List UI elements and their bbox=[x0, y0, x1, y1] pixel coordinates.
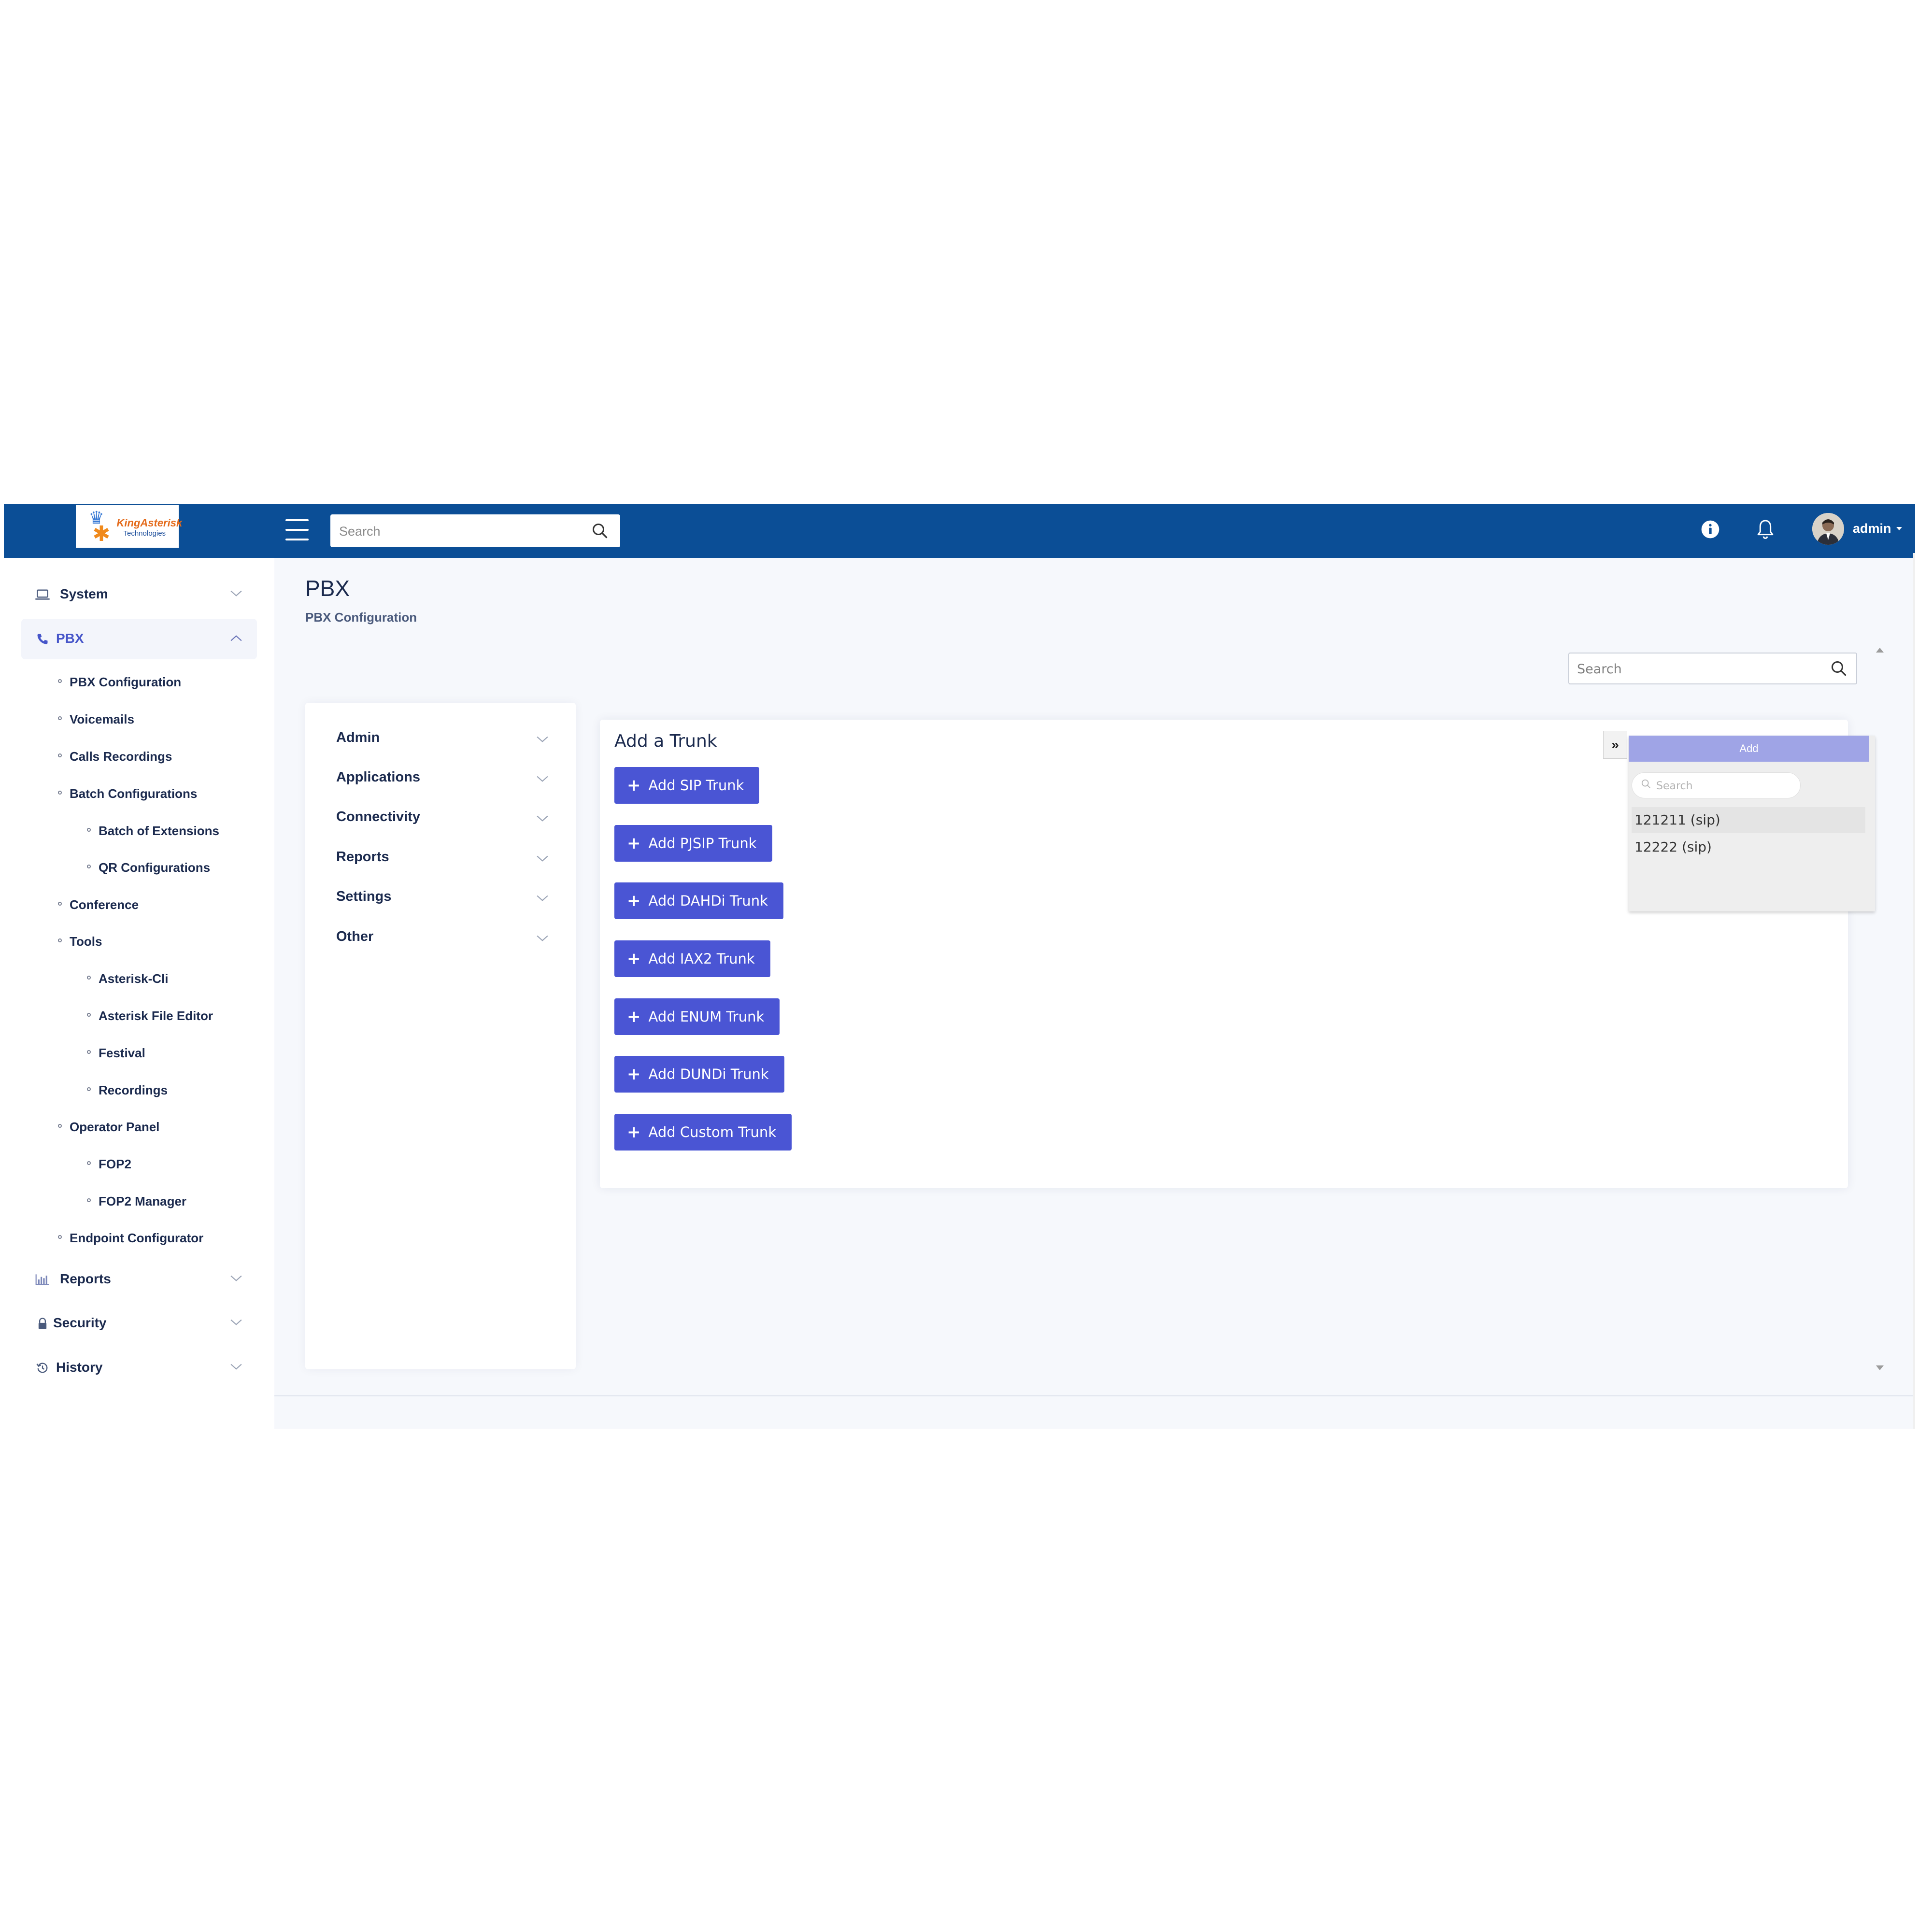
sidebar-item-label: History bbox=[56, 1360, 103, 1375]
footer-divider bbox=[274, 1395, 1915, 1396]
add-enum-trunk-button[interactable]: + Add ENUM Trunk bbox=[614, 998, 780, 1035]
card-title: Add a Trunk bbox=[614, 731, 717, 751]
chevron-down-icon bbox=[537, 776, 548, 782]
chevron-down-icon bbox=[537, 815, 548, 822]
logo-text: KingAsterisk bbox=[116, 516, 183, 529]
module-search bbox=[1568, 653, 1857, 684]
chevron-down-icon bbox=[537, 935, 548, 941]
user-dropdown-caret-icon[interactable] bbox=[1896, 527, 1902, 530]
module-category-panel: Admin Applications Connectivity Reports … bbox=[305, 703, 576, 1369]
plus-icon: + bbox=[627, 949, 641, 968]
add-iax2-trunk-button[interactable]: + Add IAX2 Trunk bbox=[614, 940, 770, 977]
main-content: PBX PBX Configuration Admin Applications bbox=[274, 553, 1915, 1429]
module-search-input[interactable] bbox=[1569, 653, 1829, 684]
category-settings[interactable]: Settings bbox=[336, 886, 549, 910]
plus-icon: + bbox=[627, 1007, 641, 1026]
logo[interactable]: ♛ ✱ KingAsterisk Technologies bbox=[76, 505, 183, 548]
sidebar-item-system[interactable]: System bbox=[21, 574, 257, 615]
user-name[interactable]: admin bbox=[1853, 521, 1891, 536]
avatar[interactable] bbox=[1812, 513, 1844, 545]
history-icon bbox=[36, 1363, 48, 1373]
app-window: ♛ ✱ KingAsterisk Technologies Search adm… bbox=[4, 504, 1915, 1429]
logo-subtext: Technologies bbox=[123, 529, 166, 538]
list-item[interactable]: 121211 (sip) bbox=[1632, 807, 1865, 833]
category-connectivity[interactable]: Connectivity bbox=[336, 806, 549, 830]
chevron-down-icon bbox=[537, 895, 548, 901]
sidebar-item-security[interactable]: Security bbox=[21, 1303, 257, 1344]
sidebar-item-reports[interactable]: Reports bbox=[21, 1259, 257, 1300]
bell-icon[interactable] bbox=[1753, 516, 1777, 542]
add-dahdi-trunk-button[interactable]: + Add DAHDi Trunk bbox=[614, 882, 783, 919]
category-admin[interactable]: Admin bbox=[336, 727, 549, 751]
sidebar-item-label: PBX bbox=[56, 631, 84, 646]
plus-icon: + bbox=[627, 776, 641, 795]
plus-icon: + bbox=[627, 891, 641, 910]
trunk-list-panel: Add 121211 (sip) 12222 (sip) bbox=[1629, 736, 1875, 911]
content-scrollbar[interactable] bbox=[1873, 648, 1887, 1370]
bar-chart-icon bbox=[35, 1274, 49, 1285]
info-icon[interactable] bbox=[1699, 518, 1721, 540]
trunk-list-search bbox=[1632, 772, 1801, 799]
page-subtitle: PBX Configuration bbox=[305, 610, 417, 625]
sidebar-item-label: Security bbox=[53, 1315, 107, 1330]
header-search bbox=[330, 514, 620, 548]
chevron-down-icon bbox=[537, 736, 548, 742]
sidebar: System PBX PBX Configuration Voicemails … bbox=[4, 558, 274, 1429]
add-custom-trunk-button[interactable]: + Add Custom Trunk bbox=[614, 1114, 792, 1151]
plus-icon: + bbox=[627, 1065, 641, 1084]
sidebar-item-label: System bbox=[60, 586, 108, 601]
plus-icon: + bbox=[627, 1122, 641, 1142]
double-chevron-right-icon[interactable]: » bbox=[1603, 731, 1627, 759]
phone-icon bbox=[37, 634, 48, 644]
search-icon bbox=[1641, 779, 1650, 788]
logo-mark: ♛ ✱ KingAsterisk Technologies bbox=[79, 507, 183, 546]
search-icon[interactable] bbox=[591, 522, 609, 540]
chevron-down-icon bbox=[537, 855, 548, 862]
chevron-down-icon bbox=[230, 1319, 242, 1325]
window-scrollbar[interactable] bbox=[1913, 553, 1915, 1429]
add-button[interactable]: Add bbox=[1629, 736, 1869, 762]
sidebar-item-history[interactable]: History bbox=[21, 1348, 257, 1388]
menu-toggle-icon[interactable] bbox=[285, 519, 309, 540]
category-reports[interactable]: Reports bbox=[336, 846, 549, 870]
category-other[interactable]: Other bbox=[336, 926, 549, 950]
add-sip-trunk-button[interactable]: + Add SIP Trunk bbox=[614, 767, 760, 804]
trunk-list-search-input[interactable] bbox=[1655, 773, 1797, 799]
chevron-down-icon bbox=[230, 590, 242, 597]
chevron-up-icon bbox=[230, 635, 242, 641]
add-pjsip-trunk-button[interactable]: + Add PJSIP Trunk bbox=[614, 825, 772, 862]
scroll-down-icon[interactable] bbox=[1876, 1365, 1884, 1370]
page-title: PBX bbox=[305, 576, 350, 601]
list-item[interactable]: 12222 (sip) bbox=[1632, 834, 1865, 860]
plus-icon: + bbox=[627, 834, 641, 853]
scroll-up-icon[interactable] bbox=[1876, 648, 1884, 653]
lock-icon bbox=[38, 1318, 47, 1329]
chevron-down-icon bbox=[230, 1275, 242, 1281]
laptop-icon bbox=[35, 589, 50, 600]
category-applications[interactable]: Applications bbox=[336, 767, 549, 791]
top-bar: ♛ ✱ KingAsterisk Technologies Search adm… bbox=[4, 504, 1915, 558]
sidebar-item-label: Reports bbox=[60, 1271, 111, 1286]
search-icon[interactable] bbox=[1830, 660, 1847, 677]
add-dundi-trunk-button[interactable]: + Add DUNDi Trunk bbox=[614, 1056, 784, 1093]
header-search-input[interactable] bbox=[330, 514, 591, 548]
asterisk-icon: ✱ bbox=[92, 522, 111, 546]
chevron-down-icon bbox=[230, 1364, 242, 1370]
sidebar-item-pbx[interactable]: PBX bbox=[21, 619, 257, 659]
